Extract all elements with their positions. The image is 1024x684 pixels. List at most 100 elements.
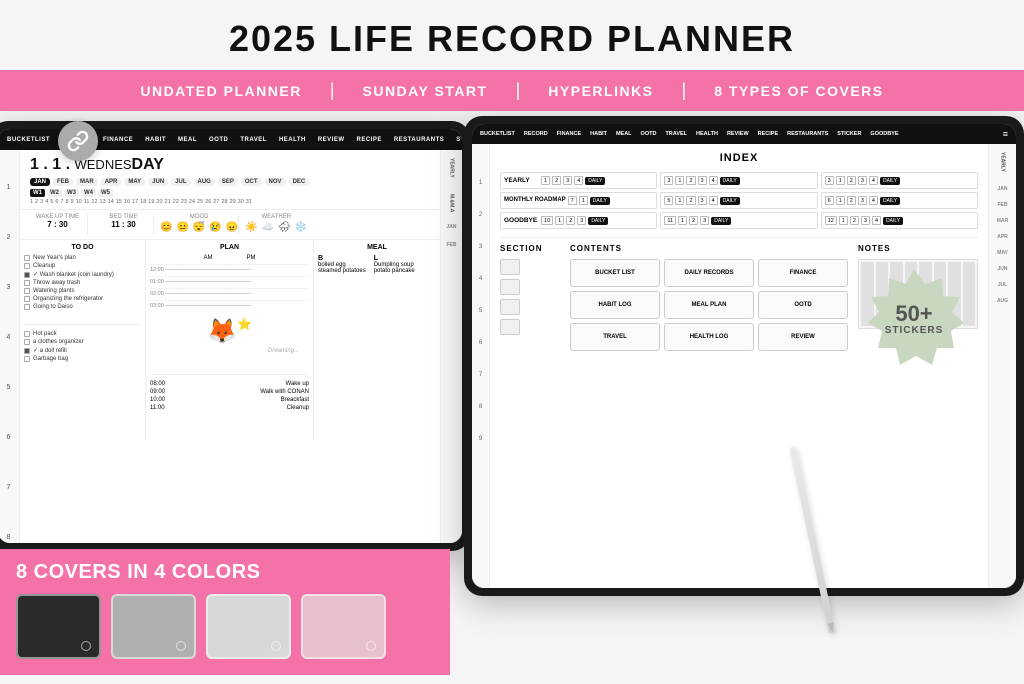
rnav-recipe[interactable]: RECIPE [756,129,780,139]
todo-check-4[interactable] [24,280,30,286]
index-goodbye: GOODBYE 10 1 2 3 DAILY [500,212,657,229]
nav-recipe[interactable]: RECIPE [354,135,385,145]
later-check-3[interactable] [24,348,30,354]
rnav-ootd[interactable]: OOTD [639,129,659,139]
rnav-restaurants[interactable]: RESTAURANTS [785,129,830,139]
idx-daily-9: DAILY [883,217,903,225]
todo-text-6: Organizing the refrigerator [33,296,103,302]
month-jan[interactable]: JAN [30,178,50,186]
index-row-3: 3 1 2 3 4 DAILY [821,172,978,189]
idx-i5: 4 [872,216,881,225]
rnav-review[interactable]: REVIEW [725,129,751,139]
side-jan: JAN [446,224,456,230]
month-apr[interactable]: APR [101,178,122,186]
later-item-1: Hot pack [24,331,141,337]
week-3[interactable]: W3 [64,189,79,197]
section-item-1 [500,259,520,275]
rnav-bucketlist[interactable]: BUCKETLIST [478,129,517,139]
month-jul[interactable]: JUL [171,178,190,186]
month-may[interactable]: MAY [124,178,145,186]
todo-check-6[interactable] [24,296,30,302]
later-item-3: ✓ a doll refill [24,347,141,354]
rnav-goodbye[interactable]: GOODBYE [868,129,900,139]
plan-time-11: 11:00 [150,405,165,411]
rnav-record[interactable]: RECORD [522,129,550,139]
meal-breakfast: B boiled egg steamed potatoes [318,255,366,274]
rside-apr: APR [997,234,1008,240]
month-aug[interactable]: AUG [194,178,215,186]
plan-text-10: Breackfast [281,397,309,403]
month-mar[interactable]: MAR [76,178,98,186]
month-dec[interactable]: DEC [289,178,310,186]
todo-check-5[interactable] [24,288,30,294]
rnav-habit[interactable]: HABIT [588,129,609,139]
meal-content: B boiled egg steamed potatoes L Dumpling… [318,255,436,274]
rnav-travel[interactable]: TRAVEL [663,129,689,139]
tablet-left: BUCKETLIST RECORD FINANCE HABIT MEAL OOT… [0,121,470,551]
nav-bucketlist[interactable]: BUCKETLIST [4,135,53,145]
todo-item-3: ✓ Wash blanket (coin laundry) [24,271,141,278]
cover-circle-black [81,641,91,651]
nav-finance[interactable]: FINANCE [100,135,136,145]
rnav-health[interactable]: HEALTH [694,129,720,139]
todo-check-3[interactable] [24,272,30,278]
idx-i1: 12 [825,216,837,225]
content-bucket-list: BUCKET LIST [570,259,660,287]
idx-daily-3: DAILY [880,177,900,185]
header: 2025 LIFE RECORD PLANNER [0,0,1024,70]
rside-jun: JUN [997,266,1007,272]
nav-restaurants[interactable]: RESTAURANTS [391,135,447,145]
nav-ootd[interactable]: OOTD [206,135,231,145]
todo-check-1[interactable] [24,255,30,261]
month-oct[interactable]: OCT [241,178,262,186]
nav-meal[interactable]: MEAL [175,135,200,145]
rnav-finance[interactable]: FINANCE [555,129,583,139]
later-plan: 08:00 Wake up 09:00 Walk with CONAN 10:0… [150,374,309,411]
idx-t3: 2 [847,176,856,185]
later-check-1[interactable] [24,331,30,337]
rside-feb: FEB [998,202,1008,208]
timeslot-2am: 02:00 ────────────────────── [150,288,309,297]
content-review: REVIEW [758,323,848,351]
nav-review[interactable]: REVIEW [315,135,348,145]
index-monthly: MONTHLY ROADMAP 7 1 DAILY [500,192,657,209]
nav-habit[interactable]: HABIT [142,135,169,145]
index-goodbye-label: GOODBYE [504,217,539,224]
rain-icon: 🌧 [278,222,291,233]
week-4[interactable]: W4 [81,189,96,197]
plan-text-11: Cleanup [287,405,309,411]
right-row-3: 3 [472,240,489,272]
todo-check-7[interactable] [24,304,30,310]
rside-jan: JAN [997,186,1007,192]
week-2[interactable]: W2 [47,189,62,197]
nav-travel[interactable]: TRAVEL [237,135,270,145]
right-row-7: 7 [472,368,489,400]
week-5[interactable]: W5 [98,189,113,197]
left-yearly-strip: YEARLY M.&M.A JAN FEB [440,150,462,543]
nav-health[interactable]: HEALTH [276,135,309,145]
rnav-sticker[interactable]: STICKER [835,129,863,139]
later-check-4[interactable] [24,356,30,362]
plan-time-9: 09:00 [150,389,165,395]
idx-g4: 3 [577,216,586,225]
week-1[interactable]: W1 [30,189,45,197]
meal-l-item-2: potato pancake [374,268,415,274]
month-feb[interactable]: FEB [53,178,73,186]
later-check-2[interactable] [24,339,30,345]
month-sep[interactable]: SEP [218,178,238,186]
idx-h1: 11 [664,216,676,225]
todo-text-5: Watering plants [33,288,74,294]
week-tabs: W1 W2 W3 W4 W5 [30,189,430,197]
idx-g3: 2 [566,216,575,225]
index-title: INDEX [500,152,978,164]
todo-header: TO DO [24,244,141,251]
todo-check-2[interactable] [24,263,30,269]
month-jun[interactable]: JUN [148,178,168,186]
dreaming-fox: 🦊 [207,317,237,346]
rnav-meal[interactable]: MEAL [614,129,634,139]
idx-t2: 1 [836,176,845,185]
content-health-log: HEALTH LOG [664,323,754,351]
nav-sticker[interactable]: STICKER [453,135,462,145]
month-nov[interactable]: NOV [265,178,286,186]
section-item-3 [500,299,520,315]
